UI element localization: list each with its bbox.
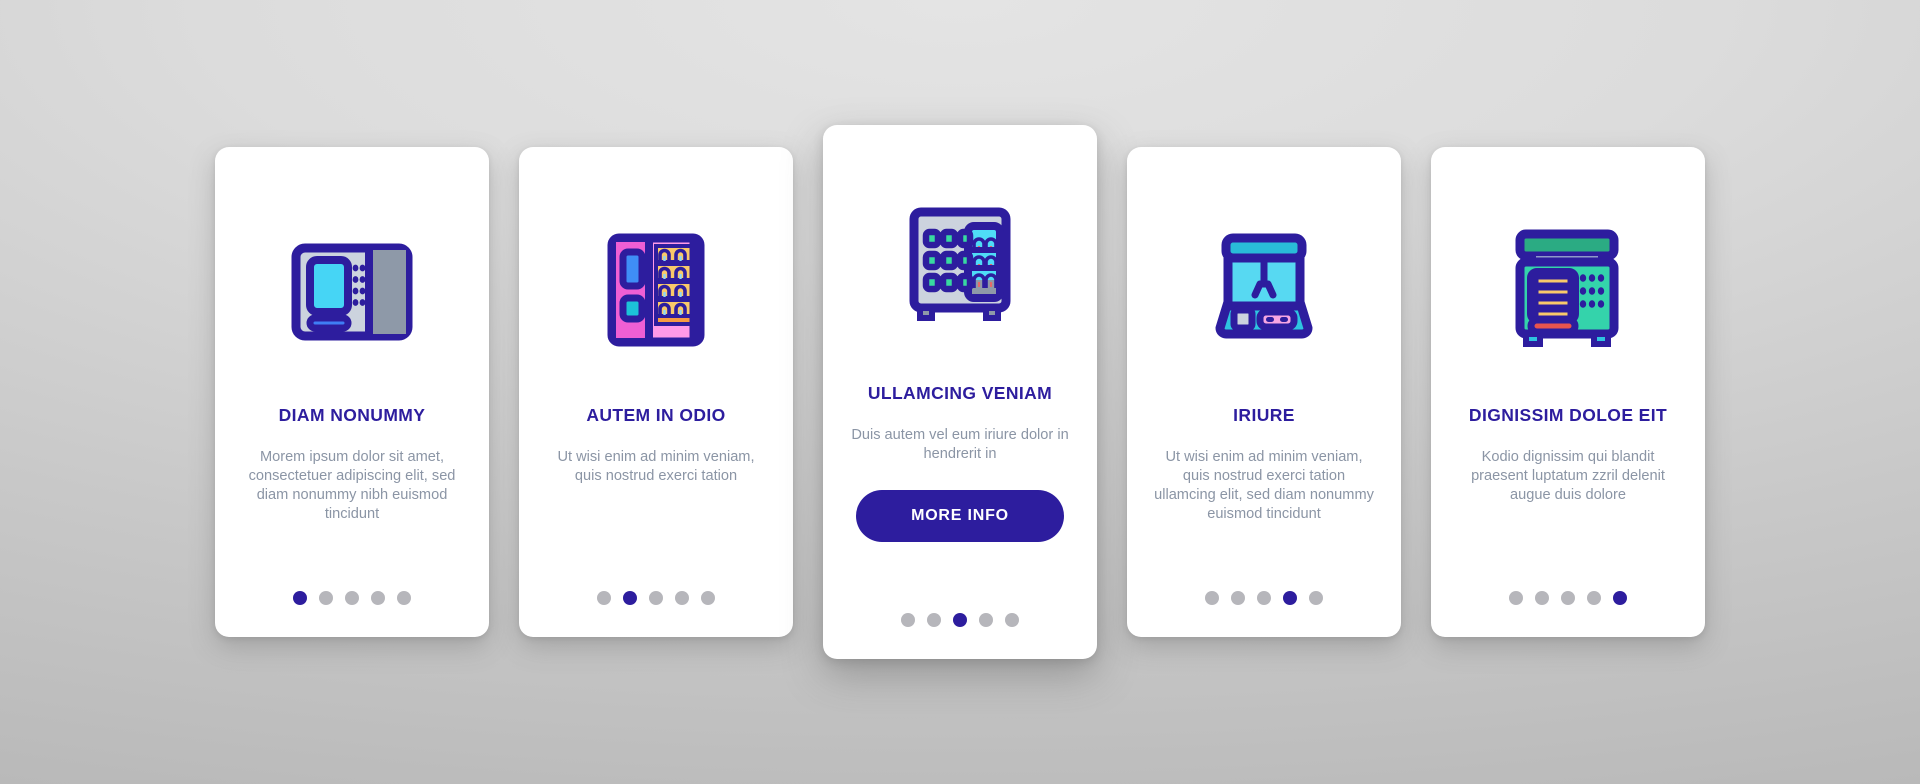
more-info-button[interactable]: MORE INFO: [856, 489, 1064, 542]
onboarding-card-5[interactable]: DIGNISSIM DOLOE EIT Kodio dignissim qui …: [1431, 147, 1705, 637]
pagination-dot[interactable]: [979, 613, 993, 627]
green-snack-vending-machine-icon: [1502, 191, 1634, 381]
pagination-dot[interactable]: [1205, 591, 1219, 605]
pagination-dot[interactable]: [1587, 591, 1601, 605]
atm-kiosk-icon: [286, 191, 418, 381]
onboarding-screens-container: DIAM NONUMMY Morem ipsum dolor sit amet,…: [0, 0, 1920, 784]
card-title: DIAM NONUMMY: [278, 405, 426, 425]
card-body-text: Ut wisi enim ad minim veniam, quis nostr…: [1154, 449, 1374, 522]
pagination-dot[interactable]: [345, 591, 359, 605]
onboarding-card-3[interactable]: ULLAMCING VENIAM Duis autem vel eum iriu…: [823, 125, 1097, 659]
pagination-dot[interactable]: [397, 591, 411, 605]
onboarding-card-1[interactable]: DIAM NONUMMY Morem ipsum dolor sit amet,…: [215, 147, 489, 637]
pagination-dot[interactable]: [1005, 613, 1019, 627]
pagination-dot[interactable]: [623, 591, 637, 605]
pagination-dot[interactable]: [1257, 591, 1271, 605]
onboarding-card-4[interactable]: IRIURE Ut wisi enim ad minim veniam, qui…: [1127, 147, 1401, 637]
onboarding-card-2[interactable]: AUTEM IN ODIO Ut wisi enim ad minim veni…: [519, 147, 793, 637]
pagination-dot[interactable]: [675, 591, 689, 605]
card-row: DIAM NONUMMY Morem ipsum dolor sit amet,…: [0, 0, 1920, 784]
pagination-dot[interactable]: [1283, 591, 1297, 605]
pagination-dot[interactable]: [293, 591, 307, 605]
pagination-dots[interactable]: [519, 591, 793, 605]
card-title: IRIURE: [1233, 405, 1295, 425]
pagination-dots[interactable]: [1431, 591, 1705, 605]
pink-vending-machine-icon: [590, 191, 722, 381]
card-title: DIGNISSIM DOLOE EIT: [1468, 405, 1668, 425]
pagination-dots[interactable]: [823, 613, 1097, 627]
pagination-dot[interactable]: [1509, 591, 1523, 605]
card-body-text: Ut wisi enim ad minim veniam, quis nostr…: [557, 449, 755, 484]
pagination-dot[interactable]: [1535, 591, 1549, 605]
pagination-dot[interactable]: [1231, 591, 1245, 605]
pagination-dot[interactable]: [1561, 591, 1575, 605]
pagination-dots[interactable]: [215, 591, 489, 605]
pagination-dot[interactable]: [319, 591, 333, 605]
pagination-dots[interactable]: [1127, 591, 1401, 605]
pagination-dot[interactable]: [901, 613, 915, 627]
pagination-dot[interactable]: [597, 591, 611, 605]
card-title: AUTEM IN ODIO: [586, 405, 726, 425]
pagination-dot[interactable]: [927, 613, 941, 627]
pagination-dot[interactable]: [649, 591, 663, 605]
pagination-dot[interactable]: [371, 591, 385, 605]
card-title: ULLAMCING VENIAM: [867, 383, 1053, 403]
pagination-dot[interactable]: [953, 613, 967, 627]
claw-crane-machine-icon: [1198, 191, 1330, 381]
card-body-text: Kodio dignissim qui blandit praesent lup…: [1471, 449, 1665, 503]
drinks-vending-machine-icon: [894, 169, 1026, 359]
pagination-dot[interactable]: [1613, 591, 1627, 605]
card-body-text: Duis autem vel eum iriure dolor in hendr…: [851, 427, 1069, 462]
pagination-dot[interactable]: [1309, 591, 1323, 605]
card-body-text: Morem ipsum dolor sit amet, consectetuer…: [248, 449, 456, 522]
pagination-dot[interactable]: [701, 591, 715, 605]
